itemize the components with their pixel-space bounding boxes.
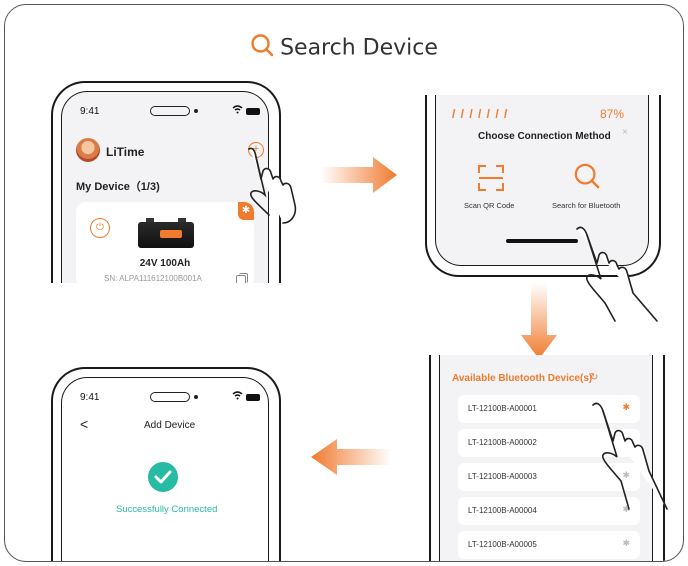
dynamic-island: [150, 392, 190, 402]
device-label: LT-12100B-A00001: [468, 404, 537, 413]
device-label: LT-12100B-A00002: [468, 438, 537, 447]
home-indicator: [506, 239, 578, 243]
back-button[interactable]: <: [80, 416, 88, 432]
progress-bar: / / / / / / /: [452, 107, 509, 121]
search-icon[interactable]: [574, 163, 600, 189]
app-name: LiTime: [106, 145, 145, 159]
hand-tap-icon: [576, 226, 658, 322]
available-devices-title: Available Bluetooth Device(s): [452, 373, 593, 384]
device-label: LT-12100B-A00003: [468, 472, 537, 481]
search-icon: [250, 33, 274, 63]
check-icon: [148, 462, 178, 492]
search-bluetooth-option[interactable]: Search for Bluetooth: [552, 201, 620, 210]
screen-title: Add Device: [144, 420, 196, 431]
dynamic-island: [150, 106, 190, 116]
phone-screen: 9:41 LiTime + My Device（1/3) ✱ ⏻ 24V 100…: [61, 91, 269, 283]
close-button[interactable]: ×: [622, 127, 628, 138]
hand-tap-icon: [248, 147, 297, 224]
copy-icon[interactable]: [236, 273, 248, 283]
page-title: Search Device: [280, 35, 438, 61]
camera-dot: [194, 109, 198, 113]
phone-screen: 9:41 < Add Device Successfully Connected: [61, 377, 269, 561]
arrow-right-icon: [321, 157, 397, 193]
scan-qr-option[interactable]: Scan QR Code: [464, 201, 514, 210]
status-time: 9:41: [80, 106, 100, 117]
page-header: Search Device: [5, 33, 683, 63]
arrow-left-icon: [311, 439, 391, 475]
connection-status: Successfully Connected: [116, 504, 218, 515]
device-serial: SN: ALPA111612100B001A: [104, 274, 202, 283]
bluetooth-icon: ✱: [622, 538, 630, 548]
bluetooth-device-row[interactable]: LT-12100B-A00005 ✱: [458, 531, 640, 559]
phone-add-device: 9:41 < Add Device Successfully Connected: [51, 367, 281, 561]
device-label: LT-12100B-A00005: [468, 540, 537, 549]
instruction-card: Search Device 9:41 LiTime + My Device（1/…: [4, 4, 684, 562]
device-name: 24V 100Ah: [139, 258, 191, 269]
wifi-icon: [232, 105, 243, 117]
camera-dot: [194, 395, 198, 399]
avatar[interactable]: [76, 138, 100, 162]
device-card[interactable]: ✱ ⏻ 24V 100Ah SN: ALPA111612100B001A: [76, 202, 254, 283]
battery-status-icon: [246, 394, 260, 401]
refresh-icon[interactable]: ↻: [590, 372, 598, 383]
progress-percent: 87%: [600, 107, 625, 121]
arrow-down-icon: [521, 283, 557, 359]
battery-status-icon: [246, 108, 260, 115]
device-label: LT-12100B-A00004: [468, 506, 537, 515]
battery-image: [138, 218, 194, 248]
qr-scan-icon[interactable]: [478, 165, 504, 191]
status-time: 9:41: [80, 392, 100, 403]
my-device-heading: My Device（1/3): [76, 181, 160, 193]
power-icon[interactable]: ⏻: [90, 218, 110, 238]
wifi-icon: [232, 391, 243, 403]
sheet-title: Choose Connection Method: [478, 131, 611, 142]
hand-tap-icon: [592, 402, 668, 510]
